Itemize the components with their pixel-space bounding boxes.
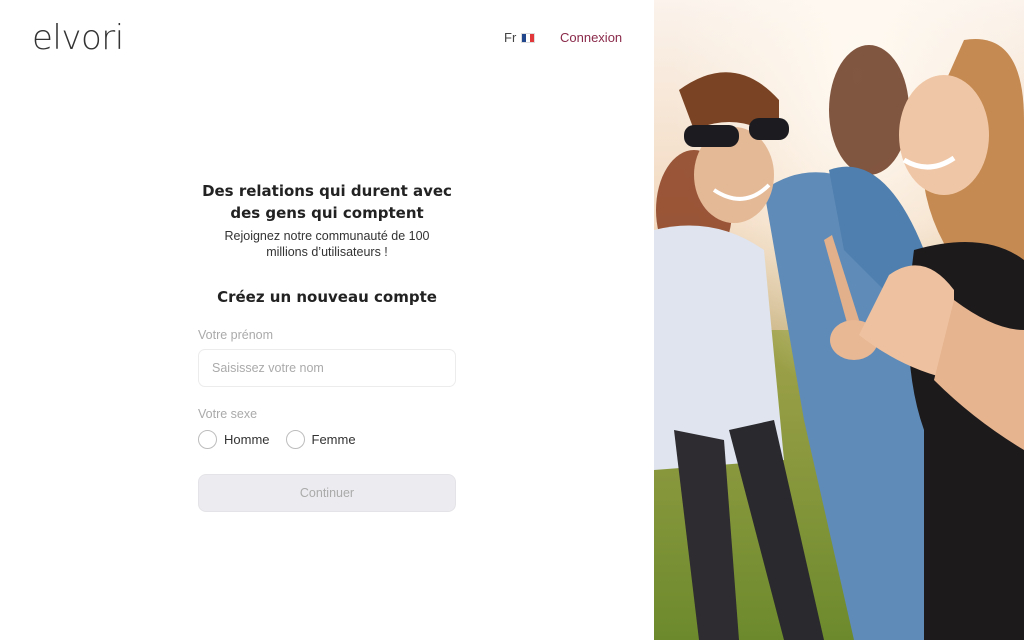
first-name-input[interactable]: [198, 349, 456, 387]
language-selector[interactable]: Fr: [504, 30, 536, 45]
gender-option-homme[interactable]: Homme: [198, 430, 270, 449]
gender-radio-group: Homme Femme: [198, 430, 456, 449]
continue-button[interactable]: Continuer: [198, 474, 456, 512]
gender-option-femme[interactable]: Femme: [285, 430, 356, 449]
elvori-logo[interactable]: elvori: [32, 18, 124, 58]
radio-circle-icon[interactable]: [285, 430, 305, 449]
hero-subtitle: Rejoignez notre communauté de 100 millio…: [224, 229, 430, 259]
top-bar: elvori Fr Connexion: [0, 0, 654, 80]
france-flag-icon: [521, 32, 536, 43]
first-name-label: Votre prénom: [198, 328, 274, 342]
gender-option-label: Homme: [224, 432, 270, 447]
login-link[interactable]: Connexion: [560, 30, 622, 45]
hero-headline: Des relations qui durent avec des gens q…: [202, 182, 452, 222]
radio-circle-icon[interactable]: [198, 430, 217, 449]
hero-photo: [654, 0, 1024, 640]
gender-option-label: Femme: [311, 432, 356, 447]
form-title: Créez un nouveau compte: [217, 288, 437, 306]
signup-panel: Des relations qui durent avec des gens q…: [198, 180, 456, 512]
gender-label: Votre sexe: [198, 407, 258, 421]
language-code: Fr: [504, 30, 517, 45]
